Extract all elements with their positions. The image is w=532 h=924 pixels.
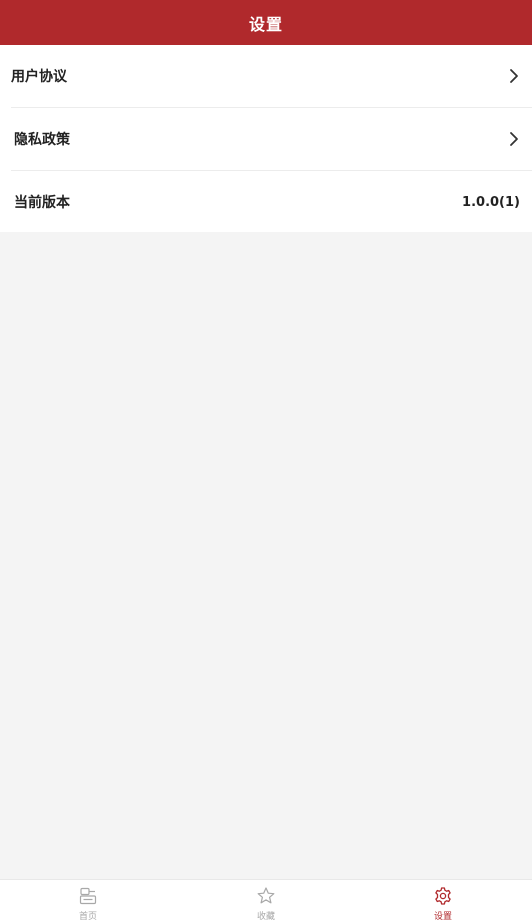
- app-screen: 设置 用户协议 隐私政策 当前版本 1.0.0(1) 首页 收藏 设置: [0, 0, 532, 924]
- settings-item-user-agreement[interactable]: 用户协议: [0, 45, 532, 107]
- tab-label: 设置: [433, 912, 452, 922]
- chevron-right-icon: [510, 69, 518, 83]
- page-title: 设置: [248, 14, 283, 34]
- settings-item-privacy-policy[interactable]: 隐私政策: [0, 108, 532, 170]
- tab-favorites[interactable]: 收藏: [211, 880, 321, 924]
- settings-item-label: 当前版本: [14, 195, 70, 211]
- settings-item-version: 当前版本 1.0.0(1): [0, 171, 532, 233]
- settings-list: 用户协议 隐私政策 当前版本 1.0.0(1): [0, 45, 532, 232]
- tab-settings[interactable]: 设置: [388, 880, 498, 924]
- home-icon: [79, 887, 97, 905]
- star-icon: [257, 887, 275, 904]
- version-value: 1.0.0(1): [462, 194, 520, 210]
- settings-item-label: 用户协议: [11, 69, 67, 85]
- tab-label: 首页: [78, 912, 97, 922]
- tab-label: 收藏: [256, 912, 275, 922]
- tab-home[interactable]: 首页: [33, 880, 143, 924]
- header-bar: 设置: [0, 0, 532, 45]
- chevron-right-icon: [510, 132, 518, 146]
- gear-icon: [435, 887, 451, 905]
- settings-item-label: 隐私政策: [14, 132, 70, 148]
- bottom-tab-bar: 首页 收藏 设置: [0, 879, 532, 924]
